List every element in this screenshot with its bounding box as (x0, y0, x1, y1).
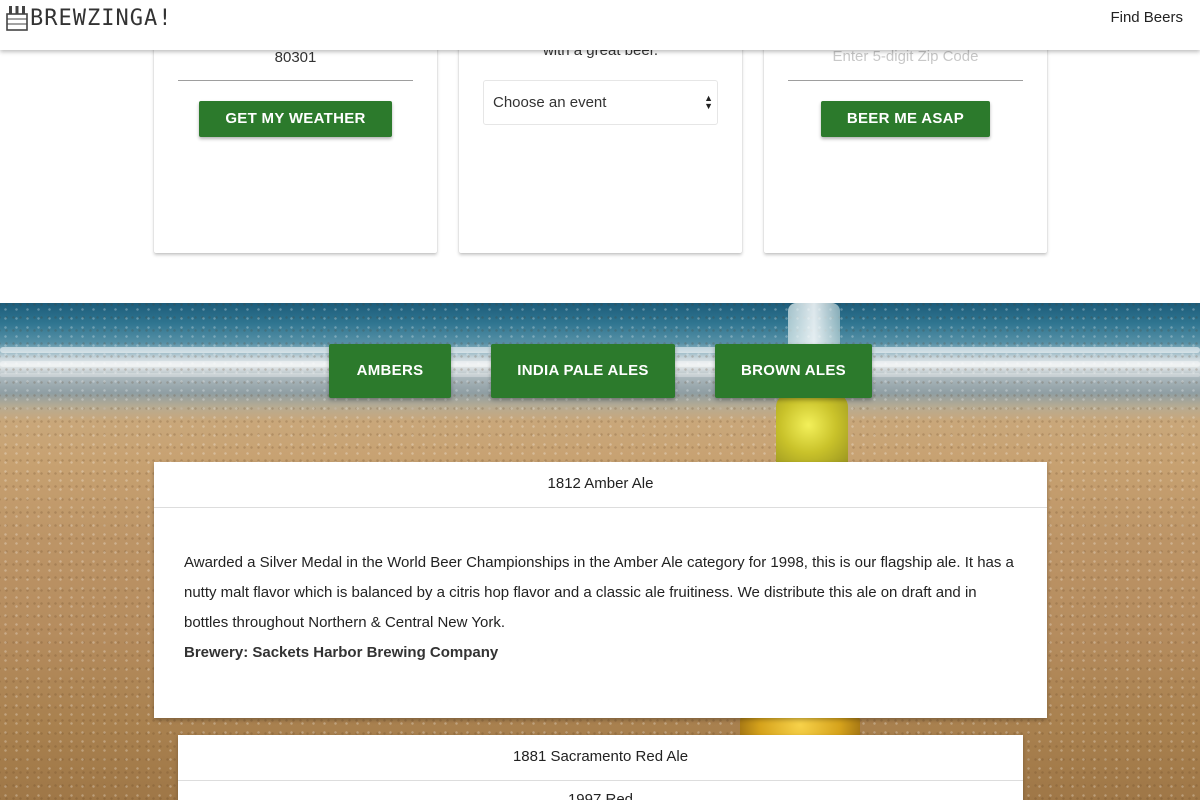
zip-input[interactable]: 80301 (178, 49, 413, 66)
category-ambers-button[interactable]: AMBERS (329, 344, 451, 398)
category-india-pale-ales-button[interactable]: INDIA PALE ALES (491, 344, 675, 398)
beer-name[interactable]: 1881 Sacramento Red Ale (178, 735, 1023, 781)
select-arrows-icon: ▲ ▼ (704, 93, 713, 111)
event-select[interactable]: Choose an event ▲ ▼ (483, 80, 718, 125)
beer-card: 1881 Sacramento Red Ale 1997 Red (178, 735, 1023, 800)
nav-find-beers-link[interactable]: Find Beers (1110, 9, 1183, 26)
beer-name[interactable]: 1812 Amber Ale (154, 462, 1047, 508)
beer-me-asap-button[interactable]: BEER ME ASAP (821, 101, 990, 137)
brand-name: BREWZINGA! (30, 5, 173, 31)
beer-card: 1812 Amber Ale Awarded a Silver Medal in… (154, 462, 1047, 718)
event-select-value: Choose an event (493, 94, 607, 111)
navbar: BREWZINGA! Find Beers (0, 0, 1200, 50)
beer-card-body: Awarded a Silver Medal in the World Beer… (154, 508, 1047, 668)
zip-input-underline (178, 80, 413, 81)
category-brown-ales-button[interactable]: BROWN ALES (715, 344, 872, 398)
brand-logo-link[interactable]: BREWZINGA! (6, 5, 172, 31)
beer-name-next: 1997 Red (567, 791, 634, 800)
asap-zip-input-underline (788, 80, 1023, 81)
beer-description: Awarded a Silver Medal in the World Beer… (184, 554, 1014, 631)
asap-zip-input[interactable]: Enter 5-digit Zip Code (788, 48, 1023, 65)
beer-crate-icon (6, 6, 28, 31)
get-my-weather-button[interactable]: GET MY WEATHER (199, 101, 392, 137)
beer-brewery: Brewery: Sackets Harbor Brewing Company (184, 644, 499, 661)
